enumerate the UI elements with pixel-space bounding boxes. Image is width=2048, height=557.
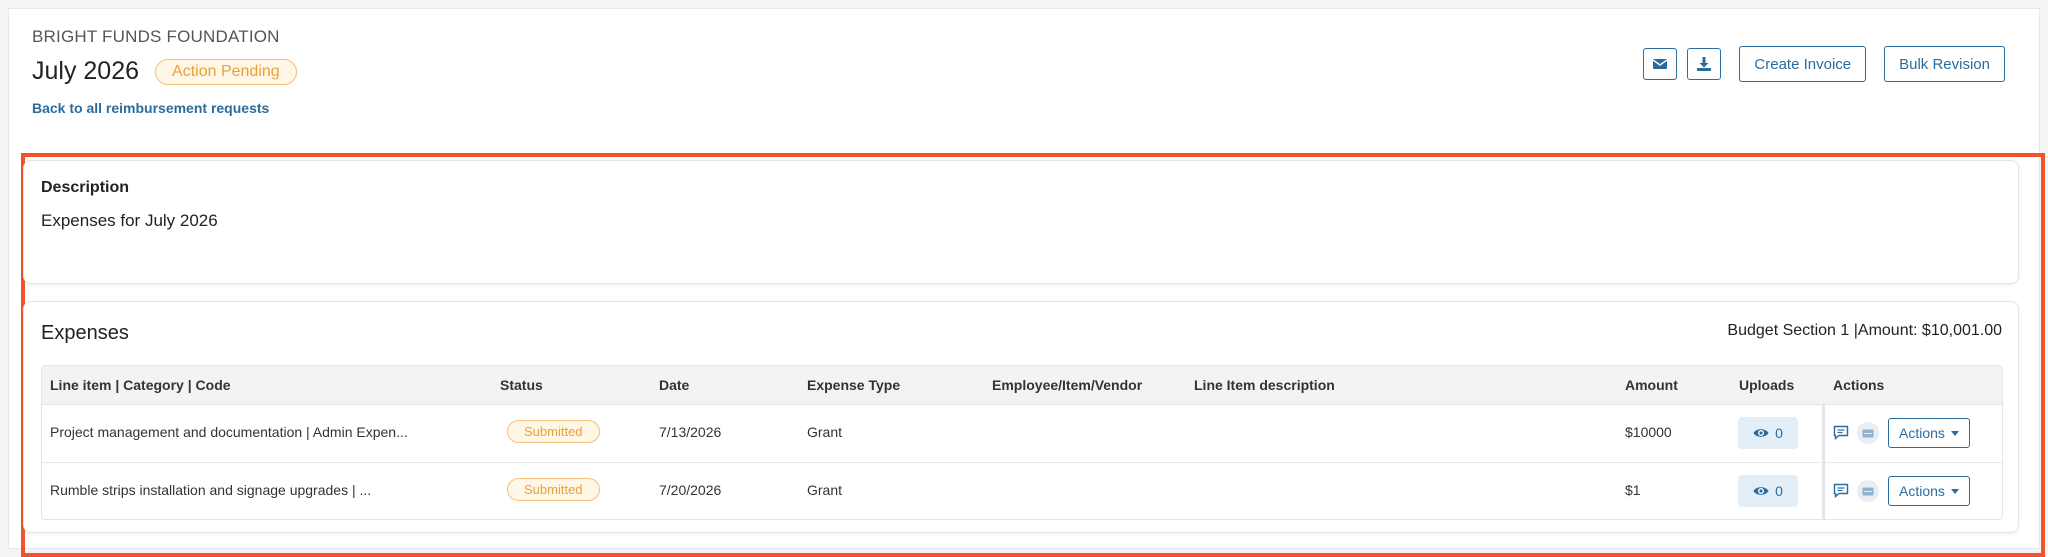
- expenses-title: Expenses: [41, 322, 129, 344]
- row-amount: $1: [1625, 482, 1641, 498]
- uploads-count: 0: [1775, 483, 1783, 499]
- expenses-table: Line item | Category | Code Status Date …: [41, 365, 2003, 520]
- download-icon: [1697, 57, 1712, 71]
- row-status-badge: Submitted: [507, 478, 600, 501]
- card-icon: [1862, 429, 1874, 437]
- actions-dropdown[interactable]: Actions: [1888, 418, 1970, 448]
- col-vendor[interactable]: Employee/Item/Vendor: [992, 377, 1142, 393]
- col-line-desc[interactable]: Line Item description: [1194, 377, 1335, 393]
- row-status-badge: Submitted: [507, 420, 600, 443]
- expenses-card: Expenses Budget Section 1 |Amount: $10,0…: [23, 301, 2019, 533]
- title-row: July 2026 Action Pending: [32, 57, 297, 86]
- col-line-item[interactable]: Line item | Category | Code: [50, 377, 231, 393]
- comment-icon[interactable]: [1833, 483, 1849, 498]
- col-uploads[interactable]: Uploads: [1739, 377, 1794, 393]
- card-icon-button[interactable]: [1857, 480, 1879, 502]
- row-line-item: Project management and documentation | A…: [50, 424, 408, 440]
- row-date: 7/13/2026: [659, 424, 722, 440]
- col-actions: Actions: [1833, 377, 1885, 393]
- actions-label: Actions: [1899, 483, 1945, 499]
- description-label: Description: [41, 179, 130, 196]
- page-header: BRIGHT FUNDS FOUNDATION July 2026 Action…: [32, 9, 2039, 139]
- col-expense-type[interactable]: Expense Type: [807, 377, 900, 393]
- table-row[interactable]: Project management and documentation | A…: [42, 405, 2002, 463]
- org-name: BRIGHT FUNDS FOUNDATION: [32, 27, 280, 46]
- bulk-revision-button[interactable]: Bulk Revision: [1884, 46, 2005, 82]
- back-link[interactable]: Back to all reimbursement requests: [32, 100, 269, 116]
- budget-summary: Budget Section 1 |Amount: $10,001.00: [1727, 322, 2002, 339]
- row-expense-type: Grant: [807, 482, 843, 498]
- actions-dropdown[interactable]: Actions: [1888, 476, 1970, 506]
- download-button[interactable]: [1687, 48, 1722, 80]
- toolbar: Create Invoice Bulk Revision: [1643, 46, 2005, 82]
- row-amount: $10000: [1625, 424, 1672, 440]
- card-icon: [1862, 487, 1874, 495]
- email-button[interactable]: [1643, 48, 1678, 80]
- envelope-icon: [1653, 59, 1668, 69]
- caret-down-icon: [1950, 488, 1959, 494]
- actions-label: Actions: [1899, 425, 1945, 441]
- col-amount[interactable]: Amount: [1625, 377, 1678, 393]
- card-icon-button[interactable]: [1857, 422, 1879, 444]
- col-date[interactable]: Date: [659, 377, 689, 393]
- uploads-count: 0: [1775, 425, 1783, 441]
- comment-icon[interactable]: [1833, 425, 1849, 440]
- description-card: Description Expenses for July 2026: [23, 160, 2019, 284]
- eye-icon: [1753, 487, 1769, 495]
- actions-divider: [1822, 463, 1825, 519]
- table-header: Line item | Category | Code Status Date …: [42, 366, 2002, 405]
- table-row[interactable]: Rumble strips installation and signage u…: [42, 463, 2002, 519]
- row-expense-type: Grant: [807, 424, 843, 440]
- description-text: Expenses for July 2026: [41, 211, 218, 230]
- uploads-button[interactable]: 0: [1738, 417, 1798, 449]
- col-status[interactable]: Status: [500, 377, 543, 393]
- row-date: 7/20/2026: [659, 482, 722, 498]
- row-line-item: Rumble strips installation and signage u…: [50, 482, 372, 498]
- eye-icon: [1753, 429, 1769, 437]
- caret-down-icon: [1950, 430, 1959, 436]
- actions-divider: [1822, 405, 1825, 462]
- create-invoice-button[interactable]: Create Invoice: [1739, 46, 1867, 82]
- page-title: July 2026: [32, 57, 140, 85]
- uploads-button[interactable]: 0: [1738, 475, 1798, 507]
- status-badge: Action Pending: [155, 58, 297, 85]
